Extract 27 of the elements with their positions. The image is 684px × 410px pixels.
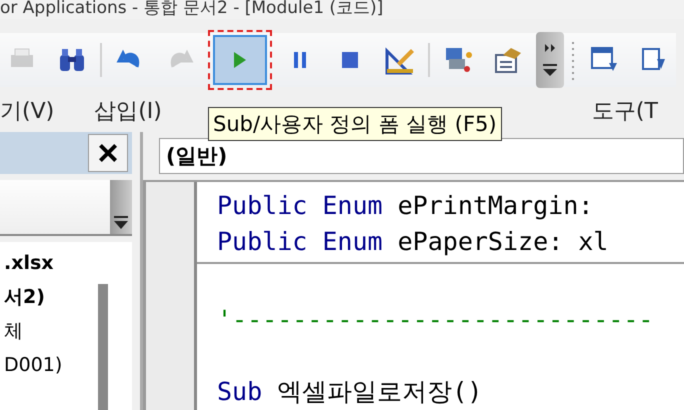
menu-item[interactable]: 삽입(I) — [94, 96, 162, 126]
code-line: Public Enum ePrintMargin: — [216, 190, 594, 222]
dropdown-field[interactable] — [0, 180, 132, 236]
object-combo[interactable]: (일반) — [159, 138, 684, 174]
play-icon — [233, 51, 247, 70]
ruler-pencil-icon — [385, 45, 415, 76]
code-line: Sub 엑셀파일로저장() — [216, 376, 484, 408]
dropdown-button[interactable] — [110, 180, 132, 234]
stop-icon — [342, 52, 358, 68]
tree-item[interactable]: 서2) — [0, 280, 45, 314]
properties-icon — [493, 45, 523, 76]
pause-icon — [293, 51, 307, 70]
menu-item[interactable]: 도구(T — [592, 96, 658, 126]
tree-item[interactable]: 체 — [0, 314, 23, 348]
run-button[interactable] — [208, 30, 272, 90]
code-comment: '---------------------------- — [216, 304, 654, 336]
toolbar-grip-icon[interactable] — [570, 40, 576, 80]
tooltip: Sub/사용자 정의 폼 실행 (F5) — [208, 107, 502, 141]
code-line: Public Enum ePaperSize: xl — [216, 226, 610, 258]
menu-item[interactable]: 기(V) — [0, 96, 54, 126]
tree-item[interactable]: D001) — [0, 348, 62, 382]
scrollbar-thumb[interactable] — [98, 284, 108, 410]
window-title: or Applications - 통합 문서2 - [Module1 (코드)] — [0, 0, 384, 20]
toolbar-overflow-button[interactable] — [536, 32, 564, 88]
close-button[interactable]: × — [88, 134, 128, 172]
dropdown-arrow-icon — [114, 216, 128, 230]
tree-item[interactable]: .xlsx — [0, 246, 54, 280]
